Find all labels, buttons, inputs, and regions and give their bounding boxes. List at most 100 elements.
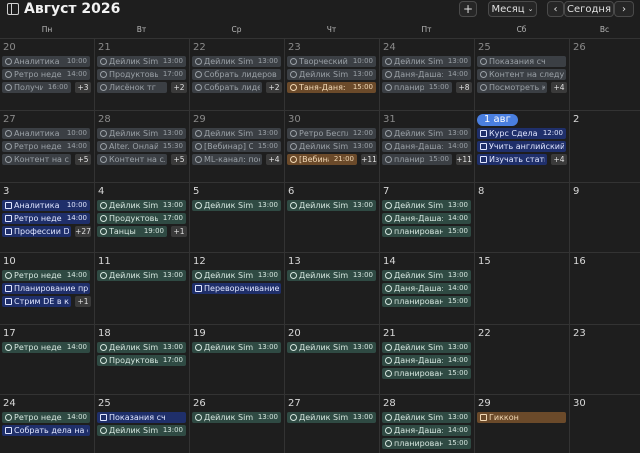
day-cell[interactable]: 28 Дейлик Simul 13:00 Даня-Даша: 14:00 планир…	[379, 395, 475, 453]
day-cell[interactable]: 12 Дейлик Simul 13:00 Переворачивание	[189, 253, 285, 325]
event-chip[interactable]: Контент на следук	[477, 69, 566, 80]
day-cell[interactable]: 5 Дейлик Simul 13:00	[189, 183, 285, 253]
more-events-button[interactable]: +5	[171, 154, 187, 165]
event-chip[interactable]: Дейлик Simul 13:00	[192, 200, 281, 211]
day-cell[interactable]: 11 Дейлик Simul 13:00	[94, 253, 190, 325]
event-chip[interactable]: Контент на сле	[2, 154, 71, 165]
event-chip[interactable]: Даня-Даша: 14:00	[382, 425, 471, 436]
prev-month-button[interactable]: ‹	[547, 1, 564, 17]
day-cell[interactable]: 30 Ретро Беспл 12:00 Дейлик Simul 13:00 [Веби…	[284, 111, 380, 183]
day-cell[interactable]: 25 Показания сч Дейлик Simul 13:00	[94, 395, 190, 453]
day-cell[interactable]: 19 Дейлик Simul 13:00	[189, 325, 285, 395]
day-cell[interactable]: 22	[474, 325, 570, 395]
day-cell[interactable]: 29 Дейлик Simul 13:00 [Вебинар] От 15:00 ML-к…	[189, 111, 285, 183]
day-cell[interactable]: 23	[569, 325, 640, 395]
event-chip[interactable]: [Вебинар] От 15:00	[192, 141, 281, 152]
more-events-button[interactable]: +1	[171, 226, 187, 237]
day-cell[interactable]: 27 Аналитика по 10:00 Ретро недели 14:00 Конт…	[0, 111, 94, 183]
more-events-button[interactable]: +4	[266, 154, 282, 165]
day-cell[interactable]: 23 Творческий к 10:00 Дейлик Simul 13:00 Таня…	[284, 39, 380, 111]
more-events-button[interactable]: +4	[551, 154, 567, 165]
day-cell[interactable]: 6 Дейлик Simul 13:00	[284, 183, 380, 253]
more-events-button[interactable]: +27	[75, 226, 91, 237]
day-cell[interactable]: 14 Дейлик Simul 13:00 Даня-Даша: 14:00 планир…	[379, 253, 475, 325]
event-chip[interactable]: Дейлик Simul 13:00	[97, 56, 186, 67]
more-events-button[interactable]: +8	[456, 82, 472, 93]
event-chip[interactable]: Дейлик Simul 13:00	[382, 128, 471, 139]
event-chip[interactable]: Дейлик Simul 13:00	[382, 270, 471, 281]
event-chip[interactable]: Дейлик Simul 13:00	[97, 425, 186, 436]
event-chip[interactable]: Переворачивание	[192, 283, 281, 294]
day-cell[interactable]: 9	[569, 183, 640, 253]
event-chip[interactable]: Дейлик Simul 13:00	[97, 200, 186, 211]
event-chip[interactable]: Контент на сле	[97, 154, 167, 165]
more-events-button[interactable]: +1	[75, 296, 91, 307]
event-chip[interactable]: Профессии D	[2, 226, 71, 237]
event-chip[interactable]: Получить 16:00	[2, 82, 71, 93]
event-chip[interactable]: Дейлик Simul 13:00	[382, 412, 471, 423]
event-chip[interactable]: Таня-Даня: КГ 15:00	[287, 82, 376, 93]
event-chip[interactable]: Ретро Беспл 12:00	[287, 128, 376, 139]
event-chip[interactable]: Дейлик Simul 13:00	[382, 342, 471, 353]
event-chip[interactable]: ML-канал: пос	[192, 154, 262, 165]
event-chip[interactable]: Даня-Даша: 14:00	[382, 69, 471, 80]
day-cell[interactable]: 26 Дейлик Simul 13:00	[189, 395, 285, 453]
event-chip[interactable]: Курс Сделаем 12:00	[477, 128, 566, 139]
event-chip[interactable]: Лисёнок тг	[97, 82, 167, 93]
add-event-button[interactable]: +	[459, 1, 477, 17]
event-chip[interactable]: Посмотреть ка	[477, 82, 547, 93]
event-chip[interactable]: Дейлик Simul 13:00	[192, 128, 281, 139]
event-chip[interactable]: Аналитика по 10:00	[2, 128, 90, 139]
event-chip[interactable]: Дейлик Simul 13:00	[192, 412, 281, 423]
event-chip[interactable]: Даня-Даша: 14:00	[382, 213, 471, 224]
event-chip[interactable]: Собрать лидеров к	[192, 69, 281, 80]
more-events-button[interactable]: +4	[551, 82, 567, 93]
event-chip[interactable]: планировани 15:00	[382, 368, 471, 379]
event-chip[interactable]: Продуктовый 17:00	[97, 213, 186, 224]
event-chip[interactable]: Стрим DE в ко	[2, 296, 71, 307]
day-cell[interactable]: 18 Дейлик Simul 13:00 Продуктовый 17:00	[94, 325, 190, 395]
event-chip[interactable]: Дейлик Simul 13:00	[287, 342, 376, 353]
more-events-button[interactable]: +2	[171, 82, 187, 93]
day-cell[interactable]: 13 Дейлик Simul 13:00	[284, 253, 380, 325]
day-cell[interactable]: 16	[569, 253, 640, 325]
event-chip[interactable]: планиров 15:00	[382, 82, 452, 93]
event-chip[interactable]: планировани 15:00	[382, 296, 471, 307]
day-cell[interactable]: 24 Дейлик Simul 13:00 Даня-Даша: 14:00 планир…	[379, 39, 475, 111]
event-chip[interactable]: Ретро недели 14:00	[2, 342, 90, 353]
day-cell[interactable]: 27 Дейлик Simul 13:00	[284, 395, 380, 453]
day-cell[interactable]: 7 Дейлик Simul 13:00 Даня-Даша: 14:00 планиро…	[379, 183, 475, 253]
day-cell[interactable]: 3 Аналитика по 10:00 Ретро недели 14:00 Профе…	[0, 183, 94, 253]
day-cell[interactable]: 31 Дейлик Simul 13:00 Даня-Даша: 14:00 планир…	[379, 111, 475, 183]
day-cell[interactable]: 30	[569, 395, 640, 453]
event-chip[interactable]: Дейлик Simul 13:00	[97, 342, 186, 353]
event-chip[interactable]: планирс 15:00	[382, 154, 452, 165]
event-chip[interactable]: Собрать лидер	[192, 82, 262, 93]
day-cell[interactable]: 21 Дейлик Simul 13:00 Даня-Даша: 14:00 планир…	[379, 325, 475, 395]
event-chip[interactable]: Дейлик Simul 13:00	[192, 342, 281, 353]
event-chip[interactable]: Продуктовый 17:00	[97, 69, 186, 80]
event-chip[interactable]: Ретро недели 14:00	[2, 213, 90, 224]
event-chip[interactable]: Даня-Даша: 14:00	[382, 141, 471, 152]
event-chip[interactable]: Продуктовый 17:00	[97, 355, 186, 366]
more-events-button[interactable]: +11	[361, 154, 377, 165]
day-cell[interactable]: 29 Гиккон	[474, 395, 570, 453]
event-chip[interactable]: Дейлик Simul 13:00	[192, 56, 281, 67]
today-button[interactable]: Сегодня	[564, 1, 614, 17]
event-chip[interactable]: Ретро недели 14:00	[2, 270, 90, 281]
event-chip[interactable]: Учить английский	[477, 141, 566, 152]
event-chip[interactable]: Ретро недели 14:00	[2, 141, 90, 152]
event-chip[interactable]: Танцы 19:00	[97, 226, 167, 237]
event-chip[interactable]: Показания сч	[97, 412, 186, 423]
more-events-button[interactable]: +5	[75, 154, 91, 165]
view-select[interactable]: Месяц ⌄	[488, 1, 537, 17]
more-events-button[interactable]: +11	[456, 154, 472, 165]
event-chip[interactable]: Дейлик Simul 13:00	[287, 69, 376, 80]
event-chip[interactable]: Показания сч	[477, 56, 566, 67]
day-cell[interactable]: 10 Ретро недели 14:00 Планирование про Стрим…	[0, 253, 94, 325]
event-chip[interactable]: Alter. Онлайн 15:30	[97, 141, 186, 152]
event-chip[interactable]: [Вебина] 21:00	[287, 154, 357, 165]
event-chip[interactable]: Аналитика по 10:00	[2, 200, 90, 211]
event-chip[interactable]: Даня-Даша: 14:00	[382, 283, 471, 294]
day-cell[interactable]: 20 Аналитика по 10:00 Ретро недели 14:00 Полу…	[0, 39, 94, 111]
